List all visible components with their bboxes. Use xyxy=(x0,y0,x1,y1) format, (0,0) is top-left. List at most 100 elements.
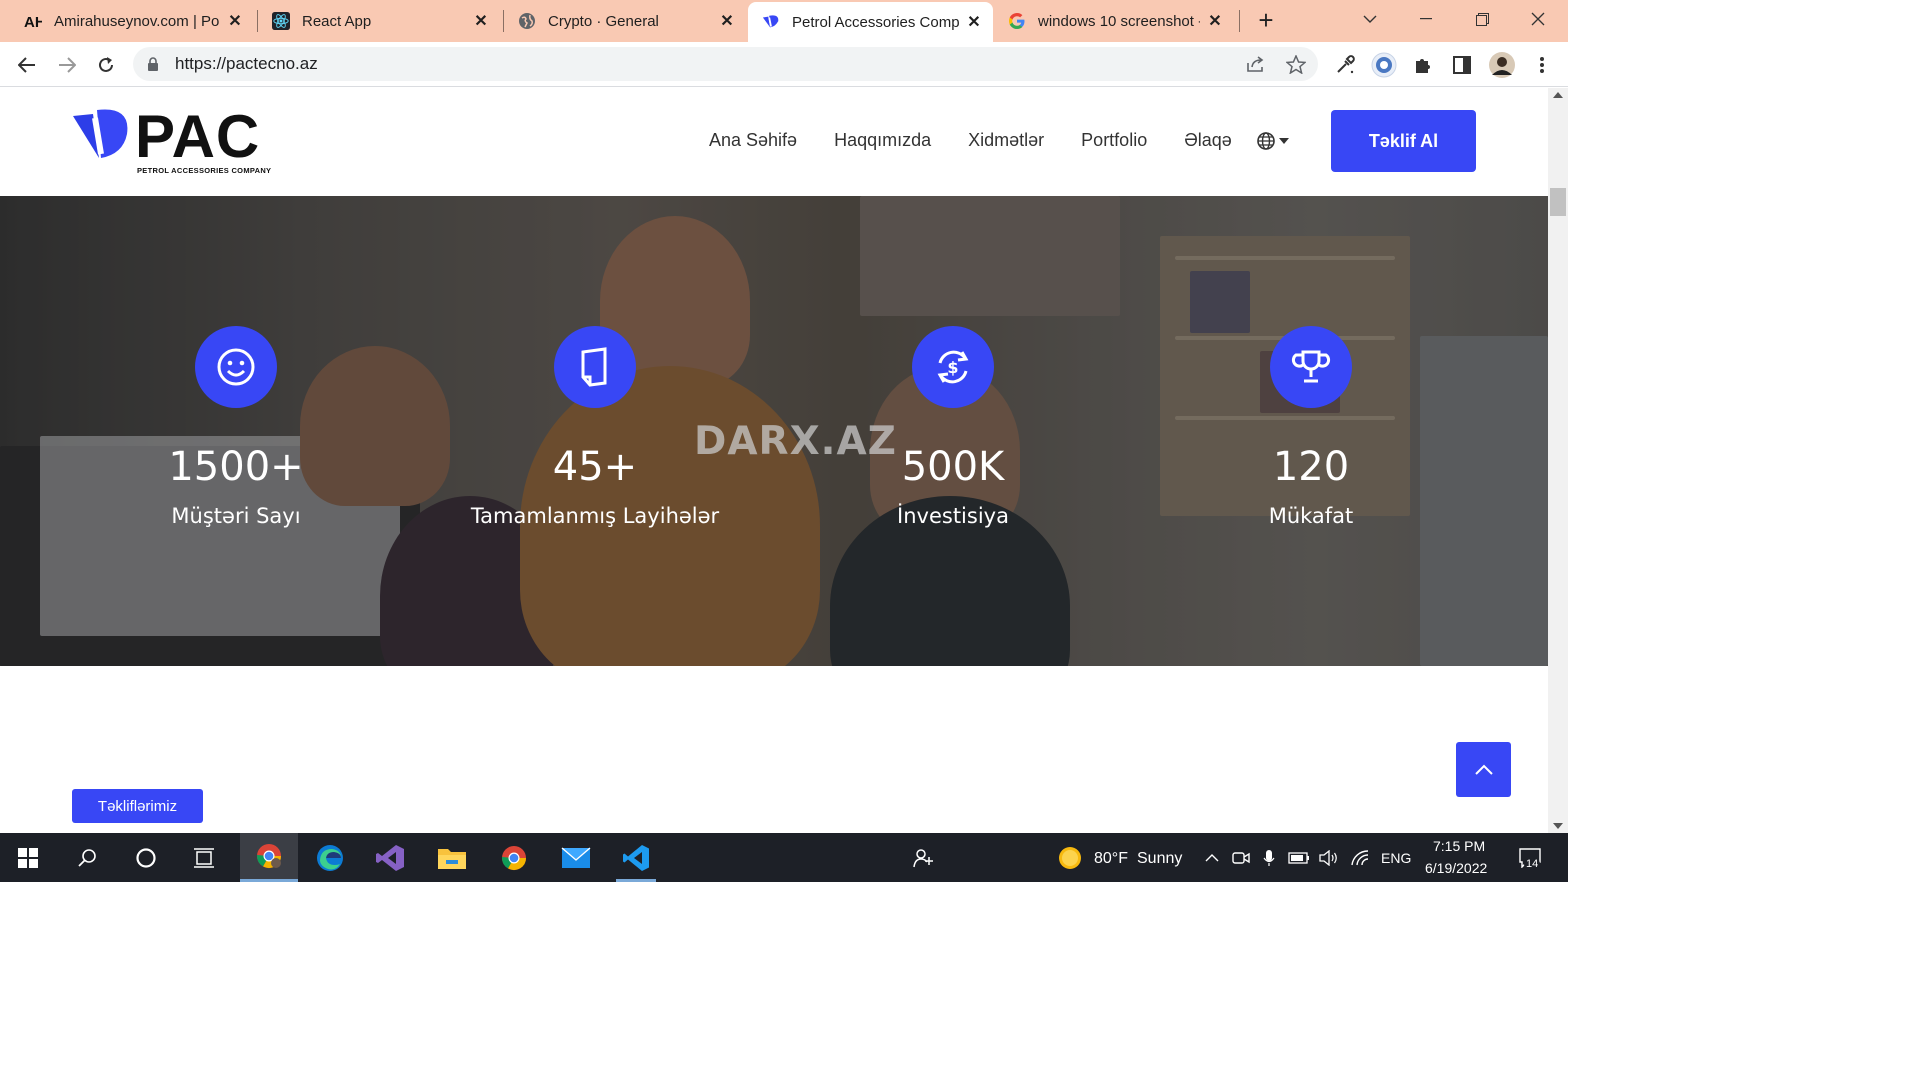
site-logo[interactable]: PAC PETROL ACCESSORIES COMPANY xyxy=(71,103,272,178)
taskbar-mail[interactable] xyxy=(548,833,604,882)
notification-badge: 14 xyxy=(1524,858,1541,870)
hidden-icons-chevron-icon[interactable] xyxy=(1200,833,1224,882)
nav-services[interactable]: Xidmətlər xyxy=(968,130,1044,151)
reload-button[interactable] xyxy=(91,50,121,80)
smiley-icon xyxy=(195,326,277,408)
site-header: PAC PETROL ACCESSORIES COMPANY Ana Səhif… xyxy=(0,88,1548,196)
tab-petrol-accessories[interactable]: Petrol Accessories Compa ✕ xyxy=(748,2,993,42)
taskbar-visual-studio[interactable] xyxy=(362,833,418,882)
globe-icon xyxy=(518,12,536,30)
volume-icon[interactable] xyxy=(1316,833,1342,882)
nav-home[interactable]: Ana Səhifə xyxy=(709,130,797,151)
svg-text:$: $ xyxy=(947,358,958,377)
new-tab-button[interactable]: + xyxy=(1252,6,1280,34)
stat-label: Mükafat xyxy=(1268,504,1354,528)
taskbar-chrome[interactable] xyxy=(486,833,542,882)
avatar[interactable] xyxy=(1488,51,1516,79)
offers-button[interactable]: Təkliflərimiz xyxy=(72,789,203,823)
page-scrollbar[interactable] xyxy=(1548,88,1568,833)
back-button[interactable] xyxy=(12,50,42,80)
logo-subtitle: PETROL ACCESSORIES COMPANY xyxy=(137,166,272,175)
nav-contact[interactable]: Əlaqə xyxy=(1184,130,1232,151)
taskbar-chrome-active[interactable] xyxy=(240,833,298,882)
microphone-icon[interactable] xyxy=(1257,833,1281,882)
edge-icon xyxy=(317,844,343,871)
weather-sun-icon[interactable] xyxy=(1050,833,1090,882)
tab-react-app[interactable]: React App ✕ xyxy=(258,4,500,38)
tab-strip: AH Amirahuseynov.com | Port ✕ React App … xyxy=(0,0,1568,42)
tab-crypto-general[interactable]: Crypto · General ✕ xyxy=(504,4,746,38)
extensions-puzzle-icon[interactable] xyxy=(1409,51,1437,79)
page-viewport: PAC PETROL ACCESSORIES COMPANY Ana Səhif… xyxy=(0,88,1548,833)
stat-label: Müştəri Sayı xyxy=(171,504,301,528)
taskbar-search-button[interactable] xyxy=(60,833,116,882)
start-button[interactable] xyxy=(0,833,56,882)
bookmark-star-icon[interactable] xyxy=(1285,53,1307,75)
close-tab-icon[interactable]: ✕ xyxy=(965,12,983,32)
restore-button[interactable] xyxy=(1462,4,1502,34)
logo-text: PAC xyxy=(135,103,261,170)
tab-title: React App xyxy=(302,12,372,30)
visual-studio-icon xyxy=(376,844,404,871)
clock-time[interactable]: 7:15 PM xyxy=(1433,838,1485,854)
windows-logo-icon xyxy=(18,847,38,868)
chrome-menu-icon[interactable] xyxy=(1528,51,1556,79)
taskbar-file-explorer[interactable] xyxy=(424,833,480,882)
close-window-button[interactable] xyxy=(1518,4,1558,34)
tab-search-chevron-icon[interactable] xyxy=(1350,4,1390,34)
mail-icon xyxy=(561,846,591,868)
get-offer-button[interactable]: Təklif Al xyxy=(1331,110,1476,172)
clock-date[interactable]: 6/19/2022 xyxy=(1425,860,1487,876)
stat-value: 120 xyxy=(1272,444,1350,490)
minimize-button[interactable] xyxy=(1406,4,1446,34)
chrome-icon xyxy=(257,844,281,869)
taskbar-vscode[interactable] xyxy=(608,833,664,882)
people-button[interactable] xyxy=(895,833,951,882)
tab-title: Petrol Accessories Compa xyxy=(792,13,959,31)
cortana-circle-icon xyxy=(136,847,156,868)
document-icon xyxy=(554,326,636,408)
weather-temp[interactable]: 80°F xyxy=(1094,850,1128,868)
url-text[interactable]: https://pactecno.az xyxy=(175,54,318,74)
close-tab-icon[interactable]: ✕ xyxy=(472,11,490,31)
nav-about[interactable]: Haqqımızda xyxy=(834,130,931,151)
react-icon xyxy=(272,12,290,30)
share-icon[interactable] xyxy=(1245,53,1267,75)
stat-label: İnvestisiya xyxy=(897,504,1009,528)
input-language[interactable]: ENG xyxy=(1381,850,1411,866)
address-bar[interactable]: https://pactecno.az xyxy=(133,47,1318,81)
chrome-icon xyxy=(502,845,526,870)
taskbar-edge[interactable] xyxy=(302,833,358,882)
task-view-button[interactable] xyxy=(176,833,232,882)
meet-now-icon[interactable] xyxy=(1229,833,1253,882)
folder-icon xyxy=(438,848,466,869)
lock-icon[interactable] xyxy=(147,56,161,72)
scroll-down-arrow-icon[interactable] xyxy=(1553,823,1563,829)
language-selector[interactable] xyxy=(1256,131,1289,151)
wifi-icon[interactable] xyxy=(1347,833,1373,882)
svg-text:AH: AH xyxy=(24,14,42,29)
side-panel-icon[interactable] xyxy=(1448,51,1476,79)
close-tab-icon[interactable]: ✕ xyxy=(226,11,244,31)
tab-title: Crypto · General xyxy=(548,12,659,30)
weather-condition[interactable]: Sunny xyxy=(1137,850,1182,868)
eyedropper-extension-icon[interactable] xyxy=(1331,51,1359,79)
scrollbar-thumb[interactable] xyxy=(1550,188,1566,216)
close-tab-icon[interactable]: ✕ xyxy=(1206,11,1224,31)
tab-amirahuseynov[interactable]: AH Amirahuseynov.com | Port ✕ xyxy=(0,4,254,38)
forward-button[interactable] xyxy=(52,50,82,80)
tab-google-search[interactable]: windows 10 screenshot - ✕ xyxy=(994,4,1234,38)
stat-customers: 1500+ Müştəri Sayı xyxy=(86,326,386,528)
ah-logo-icon: AH xyxy=(24,12,42,30)
chevron-up-icon xyxy=(1474,764,1493,775)
profile-extension-icon[interactable] xyxy=(1370,51,1398,79)
scroll-to-top-button[interactable] xyxy=(1456,742,1511,797)
browser-toolbar: https://pactecno.az xyxy=(0,42,1568,87)
close-tab-icon[interactable]: ✕ xyxy=(718,11,736,31)
battery-icon[interactable] xyxy=(1286,833,1312,882)
cortana-button[interactable] xyxy=(118,833,174,882)
vscode-icon xyxy=(623,844,649,871)
scroll-up-arrow-icon[interactable] xyxy=(1553,92,1563,98)
trophy-icon xyxy=(1270,326,1352,408)
nav-portfolio[interactable]: Portfolio xyxy=(1081,130,1147,151)
